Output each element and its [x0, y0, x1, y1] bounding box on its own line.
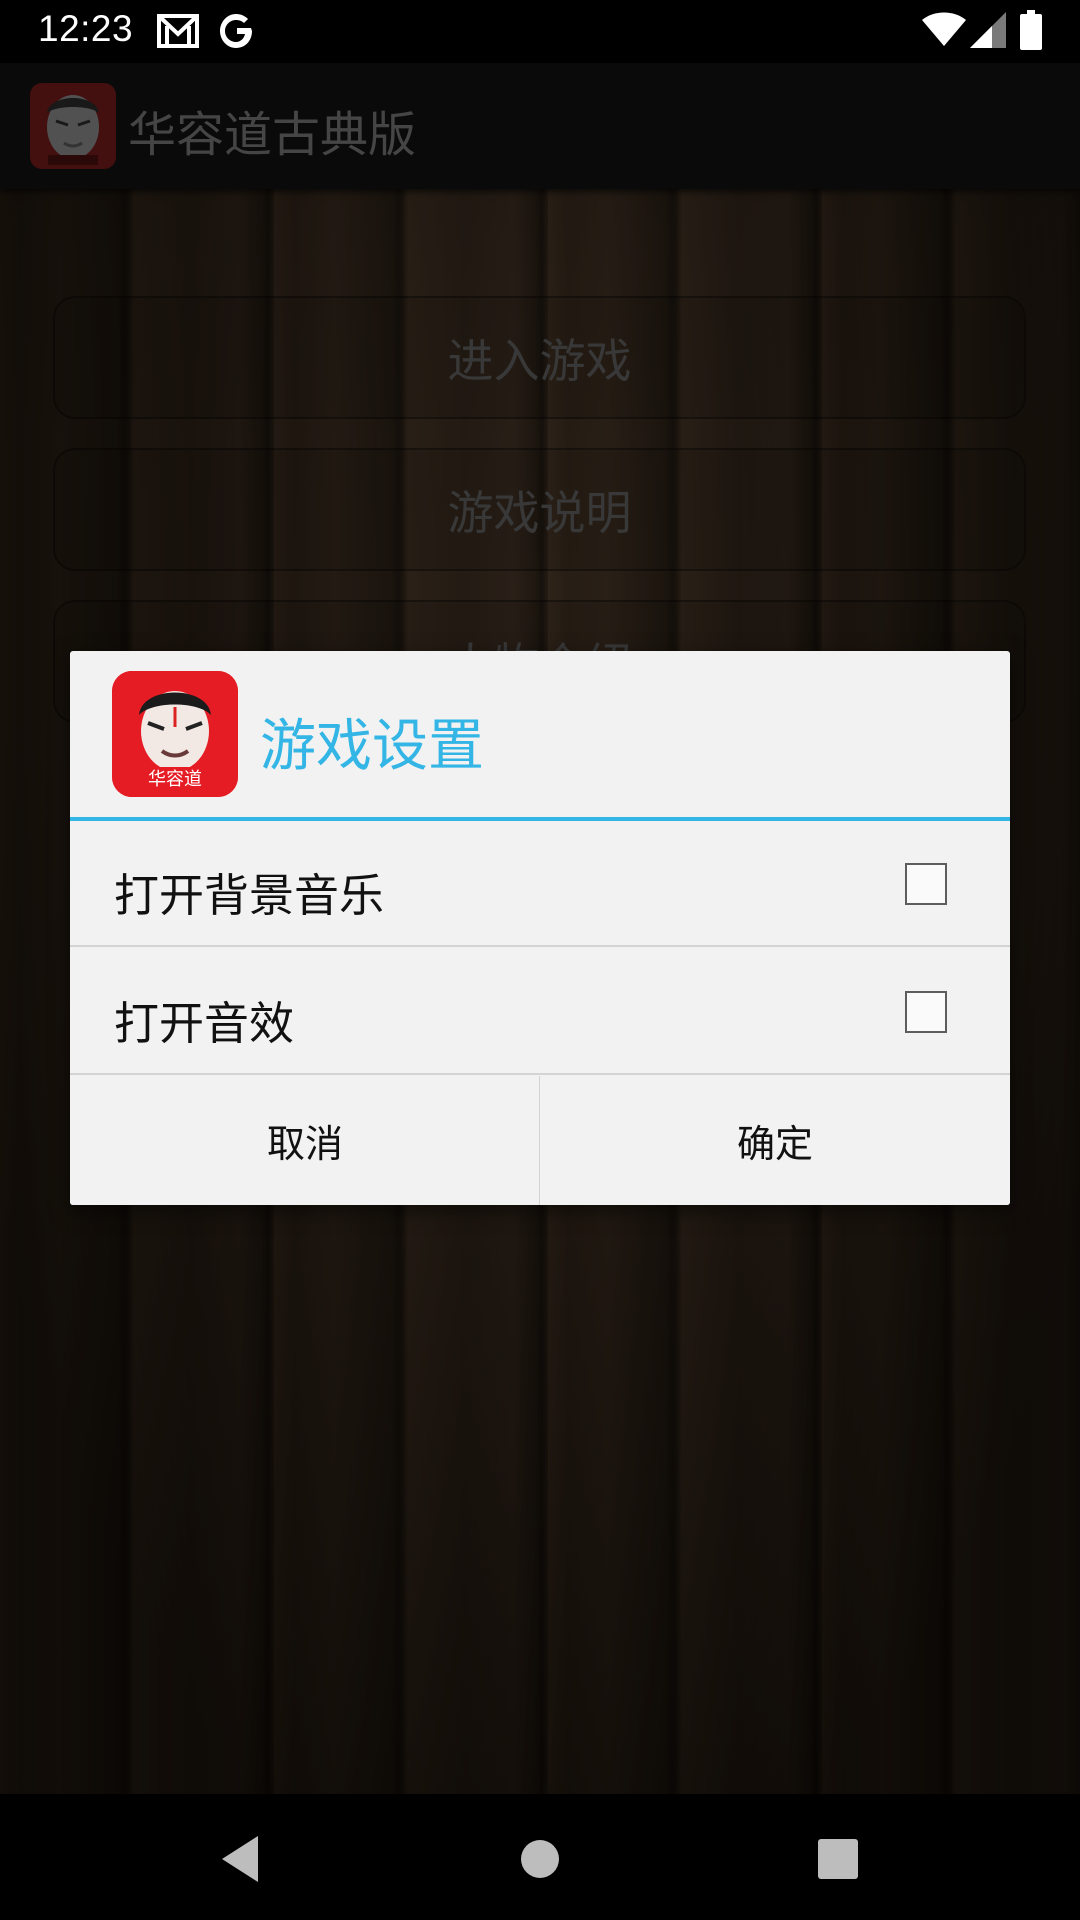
signal-icon — [970, 12, 1006, 48]
home-icon[interactable] — [505, 1824, 575, 1894]
option-label: 打开背景音乐 — [114, 869, 385, 922]
cancel-button[interactable]: 取消 — [70, 1076, 540, 1205]
dialog-header: 华容道 游戏设置 — [70, 651, 1010, 820]
logo-text: 华容道 — [148, 769, 202, 790]
status-time: 12:23 — [38, 8, 134, 49]
dialog-logo-icon: 华容道 — [112, 671, 238, 797]
dialog-button-row: 取消 确定 — [70, 1076, 1010, 1205]
option-label: 打开音效 — [114, 997, 295, 1050]
recents-icon[interactable] — [803, 1824, 873, 1894]
settings-dialog: 华容道 游戏设置 打开背景音乐 打开音效 取消 确定 — [70, 651, 1010, 1205]
battery-icon — [1020, 10, 1042, 50]
option-background-music[interactable]: 打开背景音乐 — [70, 821, 1010, 947]
back-icon[interactable] — [205, 1824, 275, 1894]
gmail-icon — [157, 14, 199, 48]
option-sound-effects[interactable]: 打开音效 — [70, 949, 1010, 1075]
confirm-button[interactable]: 确定 — [540, 1076, 1010, 1205]
sound-effects-checkbox[interactable] — [905, 991, 947, 1033]
google-icon — [220, 14, 252, 48]
navigation-bar — [0, 1794, 1080, 1920]
status-bar: 12:23 — [0, 0, 1080, 63]
wifi-icon — [922, 12, 966, 46]
background-music-checkbox[interactable] — [905, 863, 947, 905]
dialog-title: 游戏设置 — [260, 714, 484, 779]
